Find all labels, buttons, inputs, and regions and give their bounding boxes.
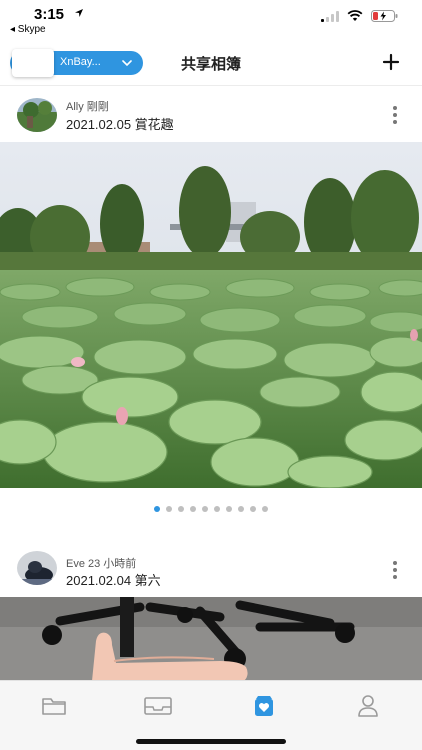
- more-options-icon[interactable]: [390, 559, 400, 581]
- post-author: Ally 剛剛: [66, 101, 109, 113]
- tab-devices[interactable]: [128, 691, 188, 721]
- carousel-indicator[interactable]: [0, 506, 422, 516]
- post-photo[interactable]: [0, 142, 422, 488]
- post-photo[interactable]: [0, 597, 422, 681]
- carousel-dot[interactable]: [202, 506, 208, 512]
- status-time: 3:15: [34, 6, 65, 23]
- post-author: Eve 23 小時前: [66, 558, 137, 570]
- avatar[interactable]: [17, 98, 57, 132]
- avatar[interactable]: [17, 551, 57, 585]
- person-icon: [358, 695, 378, 717]
- inbox-tray-icon: [144, 697, 172, 715]
- carousel-dot[interactable]: [250, 506, 256, 512]
- tab-shared-album[interactable]: [234, 691, 294, 721]
- heart-album-icon: [255, 696, 273, 716]
- carousel-dot[interactable]: [190, 506, 196, 512]
- more-options-icon[interactable]: [390, 104, 400, 126]
- app-header: XnBay... 共享相簿: [0, 40, 422, 86]
- status-indicators: [321, 10, 398, 22]
- tab-files[interactable]: [24, 691, 84, 721]
- folder-icon: [42, 698, 66, 715]
- page-title: 共享相簿: [180, 56, 241, 73]
- carousel-dot[interactable]: [238, 506, 244, 512]
- carousel-dot[interactable]: [154, 506, 160, 512]
- post-header: Ally 剛剛 2021.02.05 賞花趣: [0, 88, 422, 140]
- home-indicator[interactable]: [136, 739, 286, 744]
- back-to-app-link[interactable]: ◂ Skype: [10, 24, 46, 35]
- carousel-dot[interactable]: [262, 506, 268, 512]
- wifi-icon: [347, 10, 363, 21]
- post-title[interactable]: 2021.02.04 第六: [66, 570, 161, 589]
- signal-icon: [321, 10, 339, 22]
- carousel-dot[interactable]: [166, 506, 172, 512]
- carousel-dot[interactable]: [214, 506, 220, 512]
- location-arrow-icon: [75, 9, 83, 17]
- battery-charging-icon: [371, 10, 398, 22]
- tab-profile[interactable]: [338, 691, 398, 721]
- carousel-dot[interactable]: [178, 506, 184, 512]
- post-header: Eve 23 小時前 2021.02.04 第六: [0, 545, 422, 597]
- add-button[interactable]: [380, 51, 402, 73]
- status-bar: 3:15 ◂ Skype: [0, 0, 422, 40]
- carousel-dot[interactable]: [226, 506, 232, 512]
- post-title[interactable]: 2021.02.05 賞花趣: [66, 114, 174, 133]
